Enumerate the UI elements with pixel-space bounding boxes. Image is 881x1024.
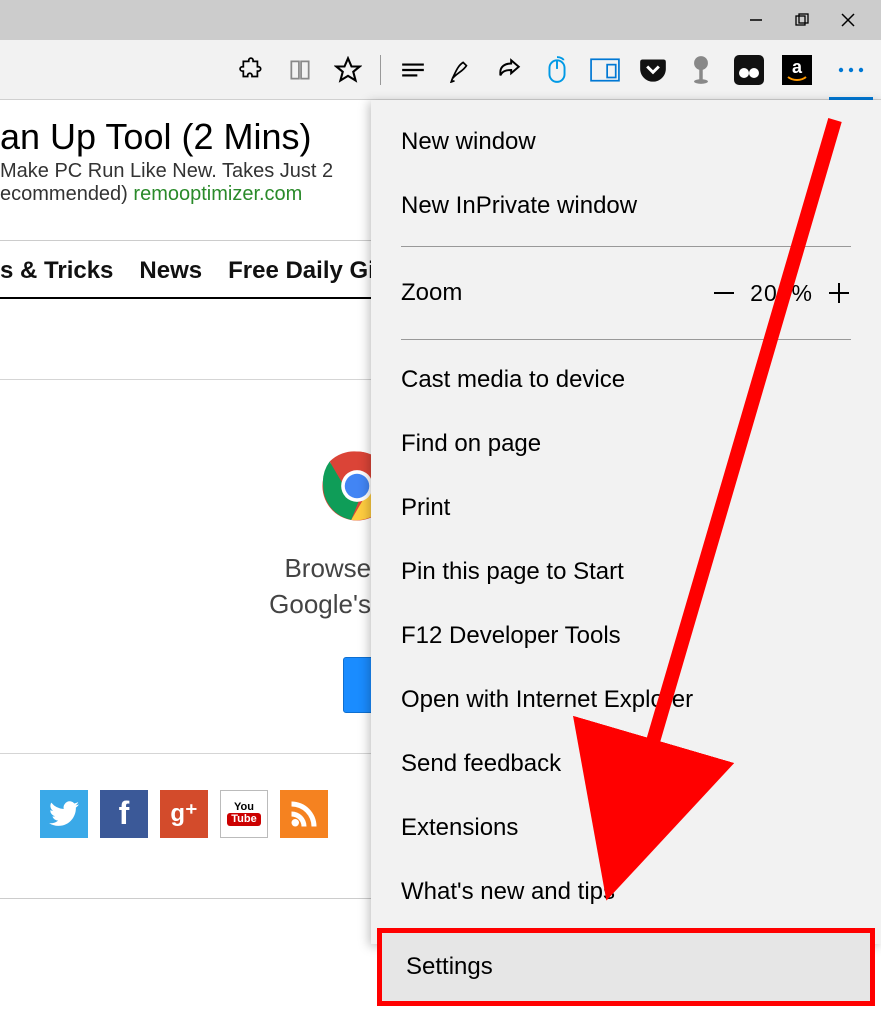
zoom-label: Zoom: [401, 279, 700, 307]
amazon-icon[interactable]: a: [775, 48, 819, 92]
more-menu: New window New InPrivate window Zoom 200…: [371, 100, 881, 944]
menu-find[interactable]: Find on page: [371, 412, 881, 476]
facebook-icon[interactable]: f: [100, 790, 148, 838]
menu-cast[interactable]: Cast media to device: [371, 348, 881, 412]
menu-new-inprivate[interactable]: New InPrivate window: [371, 174, 881, 238]
mouse-icon[interactable]: [535, 48, 579, 92]
rss-icon[interactable]: [280, 790, 328, 838]
notes-icon[interactable]: [439, 48, 483, 92]
extensions-icon[interactable]: [230, 48, 274, 92]
zoom-value: 200%: [748, 280, 815, 307]
menu-extensions[interactable]: Extensions: [371, 796, 881, 860]
menu-print[interactable]: Print: [371, 476, 881, 540]
tab-tips-tricks[interactable]: s & Tricks: [0, 257, 113, 285]
circles-icon[interactable]: [727, 48, 771, 92]
location-icon[interactable]: [679, 48, 723, 92]
menu-zoom-row: Zoom 200%: [371, 255, 881, 331]
panel-icon[interactable]: [583, 48, 627, 92]
menu-new-window[interactable]: New window: [371, 110, 881, 174]
pocket-icon[interactable]: [631, 48, 675, 92]
favorites-star-icon[interactable]: [326, 48, 370, 92]
twitter-icon[interactable]: [40, 790, 88, 838]
toolbar-separator: [380, 55, 381, 85]
youtube-icon[interactable]: You Tube: [220, 790, 268, 838]
zoom-out-button[interactable]: [700, 269, 748, 317]
menu-separator: [401, 339, 851, 340]
menu-devtools[interactable]: F12 Developer Tools: [371, 604, 881, 668]
zoom-in-button[interactable]: [815, 269, 863, 317]
browser-toolbar: a: [0, 40, 881, 100]
menu-open-ie[interactable]: Open with Internet Explorer: [371, 668, 881, 732]
menu-feedback[interactable]: Send feedback: [371, 732, 881, 796]
googleplus-icon[interactable]: g⁺: [160, 790, 208, 838]
more-button[interactable]: [829, 48, 873, 92]
minimize-button[interactable]: [733, 4, 779, 36]
close-button[interactable]: [825, 4, 871, 36]
menu-separator: [401, 246, 851, 247]
svg-text:a: a: [792, 57, 803, 77]
reading-list-icon[interactable]: [278, 48, 322, 92]
ad-domain: remooptimizer.com: [133, 183, 302, 205]
menu-settings[interactable]: Settings: [377, 928, 875, 1006]
maximize-button[interactable]: [779, 4, 825, 36]
menu-whats-new[interactable]: What's new and tips: [371, 860, 881, 924]
share-icon[interactable]: [487, 48, 531, 92]
reading-view-icon[interactable]: [391, 48, 435, 92]
menu-pin[interactable]: Pin this page to Start: [371, 540, 881, 604]
tab-news[interactable]: News: [139, 257, 202, 285]
window-title-bar: [0, 0, 881, 40]
